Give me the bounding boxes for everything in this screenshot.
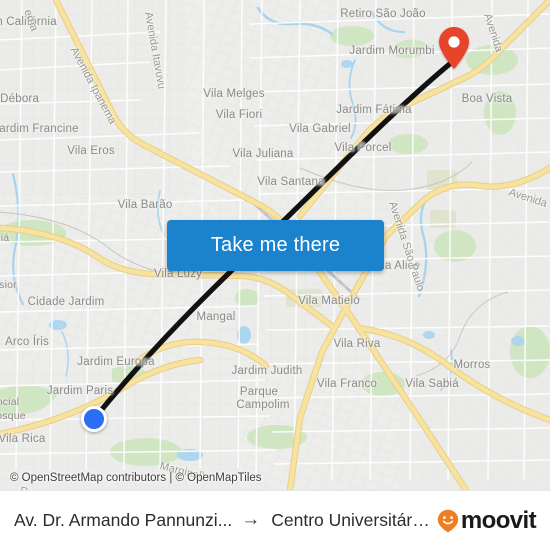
destination-pin[interactable]	[438, 26, 470, 70]
moovit-pin-smiley-icon	[437, 509, 459, 532]
arrow-right-icon: →	[241, 508, 261, 530]
moovit-logo[interactable]: moovit	[437, 506, 537, 535]
moovit-wordmark: moovit	[460, 506, 537, 534]
moovit-map-page: Jardim CalifórniaRetiro São JoãoJardim M…	[0, 0, 550, 550]
take-me-there-button[interactable]: Take me there	[167, 220, 384, 271]
origin-dot[interactable]	[81, 406, 107, 432]
map-attribution: © OpenStreetMap contributors | © OpenMap…	[10, 472, 262, 484]
map-canvas[interactable]: Jardim CalifórniaRetiro São JoãoJardim M…	[0, 0, 550, 490]
route-footer: Av. Dr. Armando Pannunzi... → Centro Uni…	[0, 490, 550, 550]
route-destination-label: Centro Universitário F...	[271, 510, 431, 530]
route-origin-label: Av. Dr. Armando Pannunzi...	[14, 510, 233, 530]
